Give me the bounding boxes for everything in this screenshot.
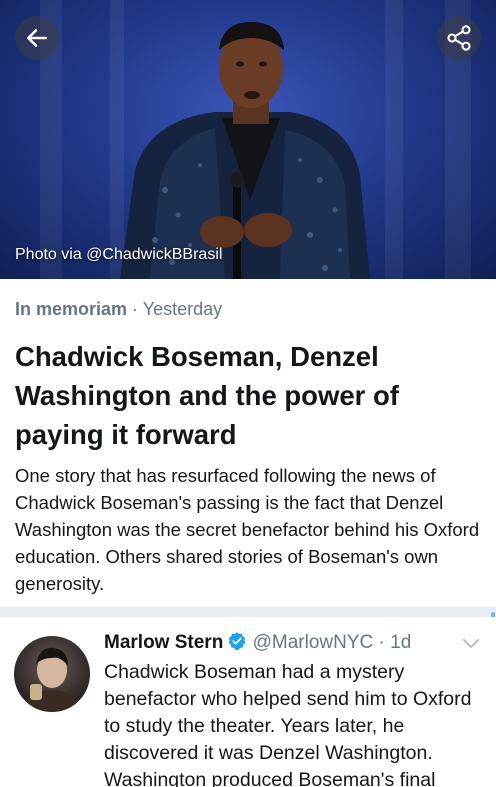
article-summary: One story that has resurfaced following …: [15, 465, 480, 594]
category-label[interactable]: In memoriam: [15, 299, 127, 319]
avatar-image: [24, 647, 80, 712]
photo-credit: Photo via @ChadwickBBrasil: [15, 246, 223, 263]
tweet-menu-button[interactable]: [462, 637, 480, 655]
back-button[interactable]: [15, 16, 59, 60]
tweet-author[interactable]: Marlow Stern: [104, 632, 223, 653]
article-headline[interactable]: Chadwick Boseman, Denzel Washington and …: [15, 337, 485, 454]
tweet-text: Chadwick Boseman had a mystery benefacto…: [104, 661, 472, 787]
article-meta: In memoriam · Yesterday: [15, 299, 485, 323]
meta-separator: ·: [127, 299, 143, 319]
share-icon: [447, 25, 471, 51]
tweet-header: Marlow Stern @MarlowNYC · 1d: [104, 630, 411, 659]
tweet-handle[interactable]: @MarlowNYC: [253, 632, 374, 653]
section-divider: [0, 607, 496, 617]
hero-image: Photo via @ChadwickBBrasil: [0, 0, 496, 279]
tweet-time[interactable]: 1d: [390, 632, 411, 653]
speaker-photo: [120, 22, 370, 279]
share-button[interactable]: [437, 16, 481, 60]
article-card[interactable]: In memoriam · Yesterday Chadwick Boseman…: [15, 299, 485, 597]
avatar[interactable]: [14, 636, 90, 712]
chevron-down-icon: [463, 639, 479, 649]
verified-badge-icon: [227, 631, 247, 659]
arrow-left-icon: [27, 29, 47, 47]
tweet-separator: ·: [373, 632, 391, 653]
article-time: Yesterday: [142, 299, 223, 319]
tweet-card[interactable]: Marlow Stern @MarlowNYC · 1d Chadwick Bo…: [0, 617, 496, 787]
